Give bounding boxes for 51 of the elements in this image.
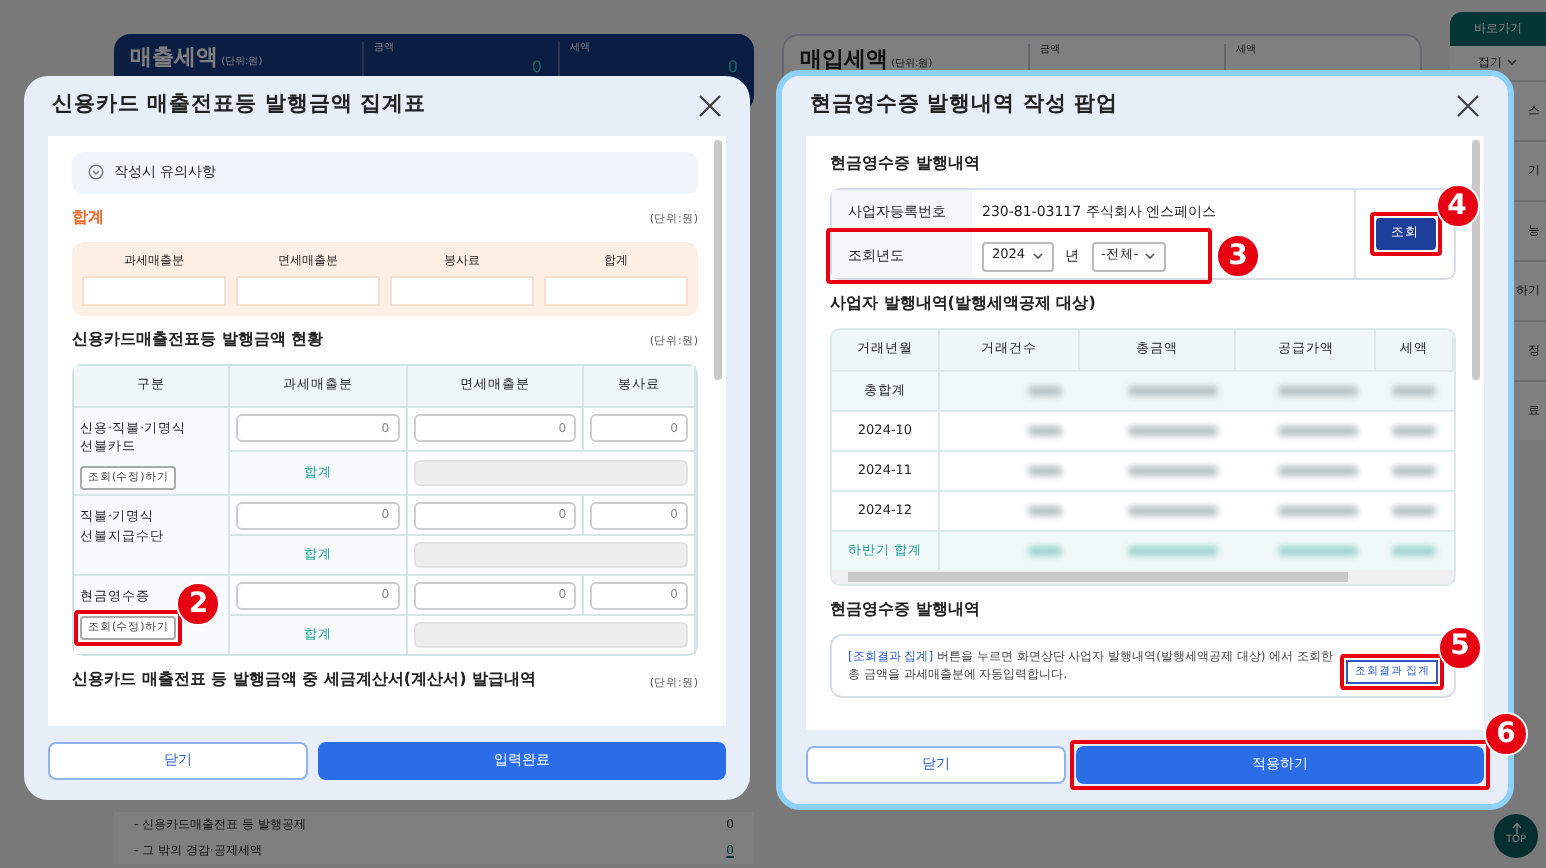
- arrow-up-icon: [1511, 822, 1521, 835]
- highlight-frame: [74, 610, 183, 647]
- card-title: 매입세액: [800, 46, 888, 72]
- section-title: 합계: [72, 205, 104, 229]
- blurred-value: [1127, 506, 1219, 516]
- close-icon: [698, 94, 722, 118]
- blurred-value: [1028, 426, 1063, 436]
- amount-field[interactable]: [82, 275, 226, 305]
- close-button[interactable]: [698, 94, 722, 118]
- amount-field[interactable]: [236, 275, 380, 305]
- amount-value: 0: [727, 59, 738, 75]
- blurred-value: [1028, 466, 1063, 476]
- close-button[interactable]: [1456, 94, 1480, 118]
- blurred-value: [1028, 386, 1063, 396]
- dialog-title: 현금영수증 발행내역 작성 팝업: [810, 90, 1118, 121]
- section-title: 현금영수증 발행내역: [830, 598, 982, 622]
- blurred-value: [1277, 426, 1359, 436]
- blurred-value: [1028, 506, 1063, 516]
- chevron-circle-icon: [88, 164, 104, 181]
- blurred-value: [1127, 386, 1219, 396]
- horizontal-scrollbar[interactable]: [832, 570, 1454, 584]
- card-title: 매출세액: [130, 44, 218, 70]
- section-title: 신용카드 매출전표 등 발행금액 중 세금계산서(계산서) 발급내역: [72, 668, 537, 693]
- close-icon: [1456, 94, 1480, 118]
- caret-icon: [1144, 252, 1157, 260]
- blurred-value: [1277, 506, 1359, 516]
- section-title: 사업자 발행내역(발행세액공제 대상): [830, 292, 1098, 316]
- amount-field[interactable]: [544, 275, 688, 305]
- highlight-frame: [1340, 653, 1444, 690]
- blurred-value: [1127, 546, 1219, 556]
- highlight-frame: [1369, 212, 1441, 256]
- blurred-value: [1392, 386, 1436, 396]
- blurred-value: [1277, 466, 1359, 476]
- scrollbar[interactable]: [714, 140, 722, 380]
- amount-value: 0: [531, 59, 542, 75]
- blurred-value: [1028, 546, 1063, 556]
- blurred-value: [1392, 466, 1436, 476]
- dialog-title: 신용카드 매출전표등 발행금액 집계표: [52, 90, 426, 121]
- blurred-value: [1392, 426, 1436, 436]
- blurred-value: [1392, 546, 1436, 556]
- caret-icon: [1031, 252, 1044, 260]
- section-title: 신용카드매출전표등 발행금액 현황: [72, 327, 324, 351]
- blurred-value: [1127, 426, 1219, 436]
- blurred-value: [1277, 386, 1359, 396]
- blurred-value: [1277, 546, 1359, 556]
- blurred-value: [1392, 506, 1436, 516]
- blurred-value: [1127, 466, 1219, 476]
- section-title: 현금영수증 발행내역: [830, 152, 982, 176]
- scrollbar[interactable]: [1472, 140, 1480, 380]
- amount-field[interactable]: [390, 275, 534, 305]
- caret-icon: [1505, 58, 1518, 67]
